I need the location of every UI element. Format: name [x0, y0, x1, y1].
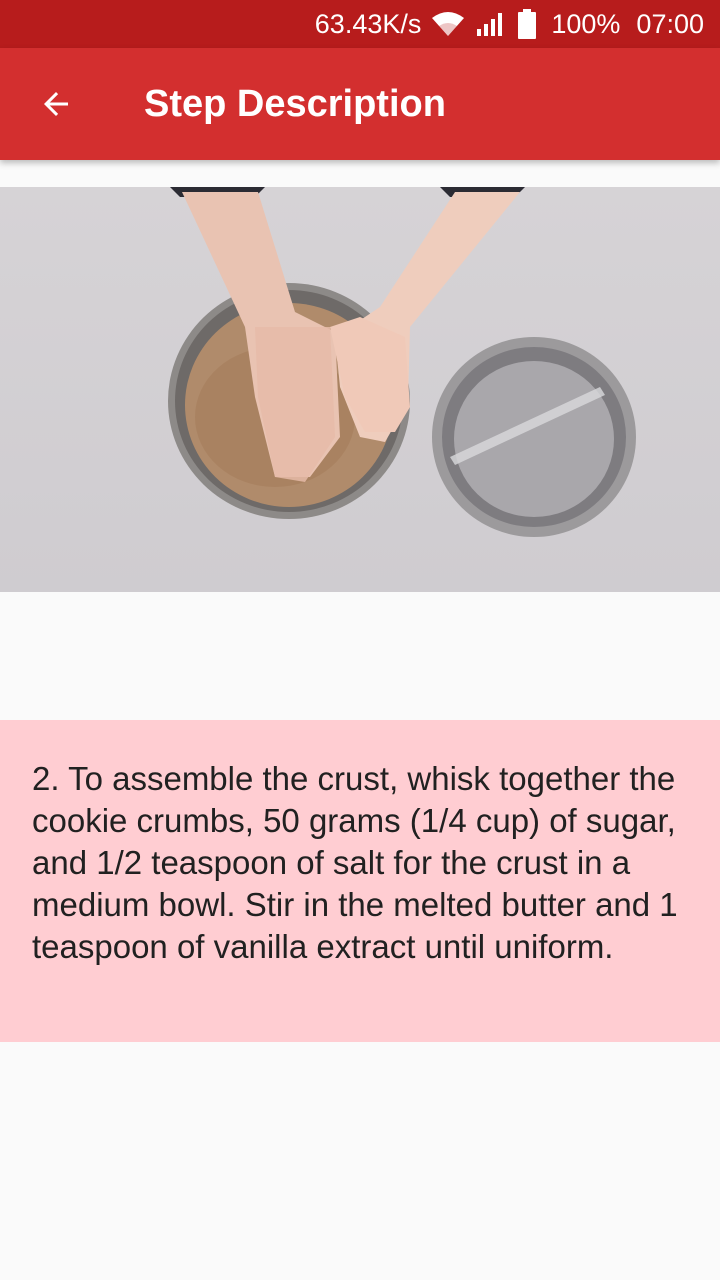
video-player[interactable]: [0, 187, 720, 592]
status-bar: 63.43K/s 100% 07:00: [0, 0, 720, 48]
back-button[interactable]: [0, 48, 112, 160]
battery-icon: [517, 9, 537, 39]
clock: 07:00: [636, 8, 704, 39]
arrow-back-icon: [44, 92, 68, 116]
page-title: Step Description: [144, 82, 446, 125]
app-bar: Step Description: [0, 48, 720, 160]
wifi-icon: [431, 11, 465, 37]
step-description-panel: 2. To assemble the crust, whisk together…: [0, 720, 720, 1042]
video-frame: [168, 187, 636, 537]
network-speed: 63.43K/s: [314, 8, 422, 39]
step-description: 2. To assemble the crust, whisk together…: [32, 760, 678, 965]
battery-percent: 100%: [551, 8, 621, 39]
signal-icon: [475, 11, 507, 37]
